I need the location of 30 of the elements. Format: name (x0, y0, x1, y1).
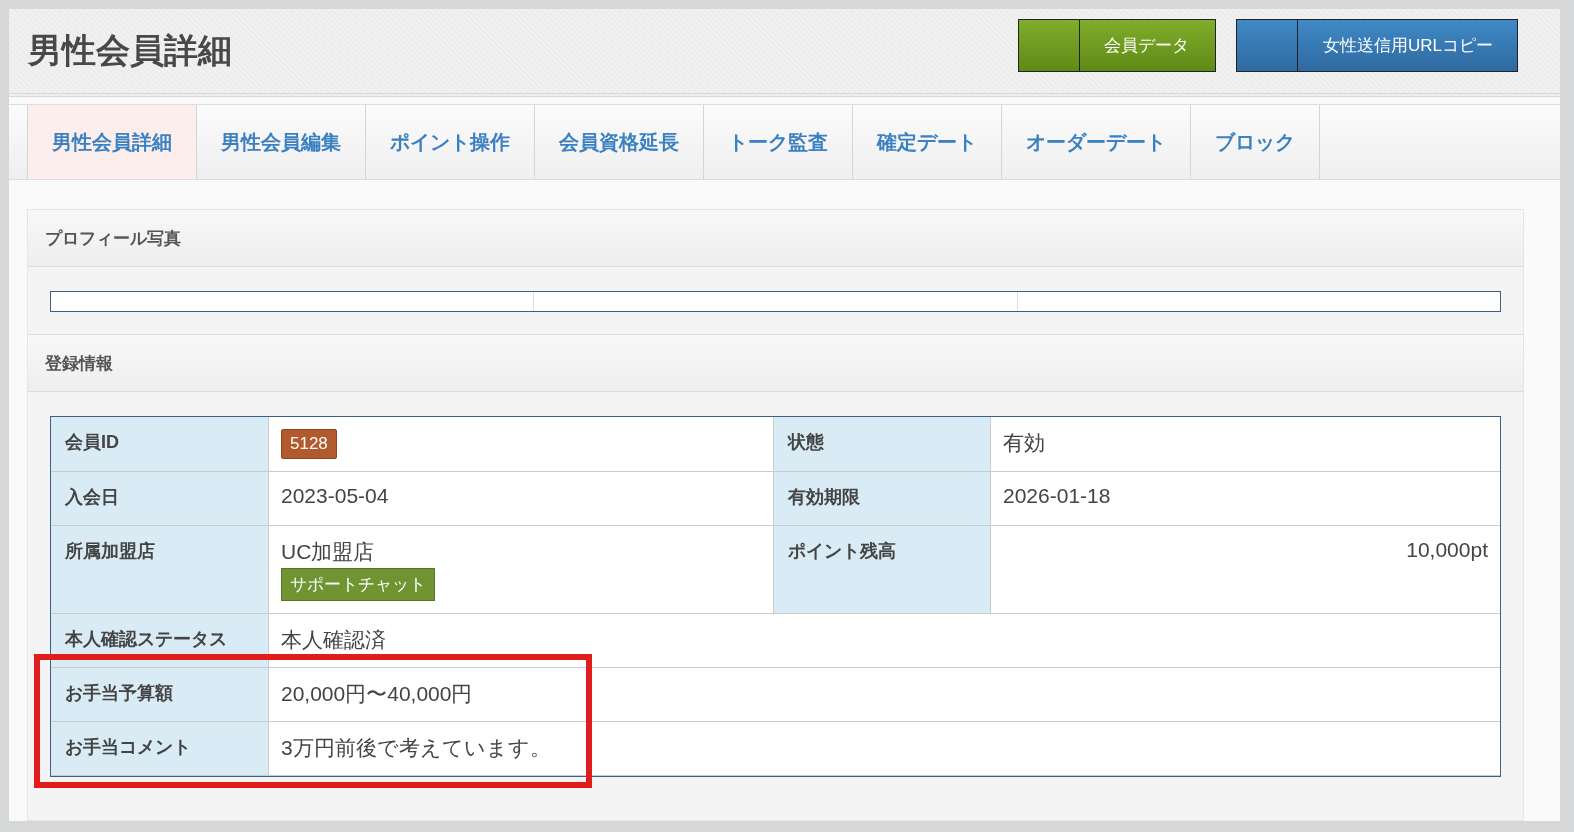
tab[interactable]: ポイント操作 (366, 105, 535, 179)
field-label: お手当コメント (51, 722, 269, 775)
field-value: UC加盟店 (281, 539, 376, 565)
section-title: プロフィール写真 (45, 227, 181, 250)
field-label: 会員ID (51, 417, 269, 471)
field-value: 20,000円〜40,000円 (280, 681, 474, 707)
tab[interactable]: 会員資格延長 (535, 105, 704, 179)
header-button[interactable]: 会員データ (1018, 18, 1216, 72)
field-label: 状態 (774, 417, 991, 471)
field-label: ポイント残高 (774, 526, 991, 613)
field-value: 3万円前後で考えています。 (280, 735, 552, 761)
header-button[interactable]: 女性送信用URLコピー (1236, 18, 1518, 72)
tab[interactable]: 確定デート (853, 105, 1002, 179)
field-label: 入会日 (51, 472, 269, 525)
tab[interactable]: 男性会員編集 (197, 105, 366, 179)
field-label: 有効期限 (774, 472, 991, 525)
tab[interactable]: オーダーデート (1002, 105, 1191, 179)
field-value: 10,000pt (1405, 537, 1489, 563)
tab[interactable]: 男性会員詳細 (27, 105, 197, 179)
support-chat-button[interactable]: サポートチャット (281, 568, 435, 601)
tab[interactable]: トーク監査 (704, 105, 853, 179)
field-label: お手当予算額 (51, 668, 269, 721)
field-value: 有効 (1002, 430, 1046, 456)
id-badge: 5128 (281, 429, 337, 459)
field-label: 所属加盟店 (51, 526, 269, 613)
field-value: 2026-01-18 (1002, 483, 1112, 509)
field-value: 本人確認済 (280, 627, 387, 653)
section-title: 登録情報 (45, 352, 113, 375)
tab[interactable]: ブロック (1191, 105, 1320, 179)
page-title: 男性会員詳細 (28, 30, 232, 71)
